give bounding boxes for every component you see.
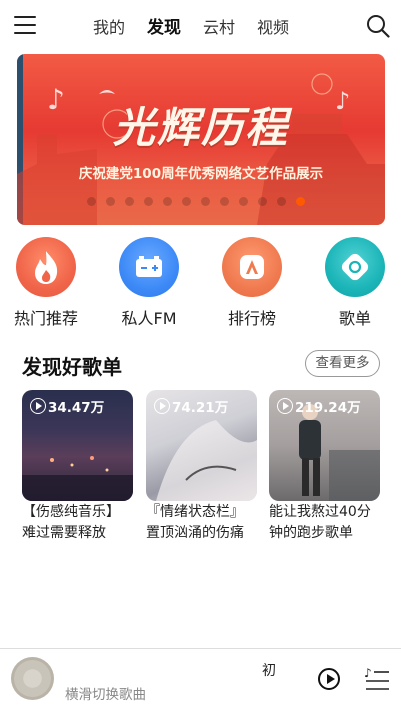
mini-player[interactable]: 初 横滑切换歌曲 ♪: [0, 648, 401, 711]
entry-hot-recommend-label: 热门推荐: [14, 309, 79, 328]
menu-icon[interactable]: [14, 15, 36, 35]
banner-dot[interactable]: [87, 197, 96, 206]
section-title: 发现好歌单: [22, 355, 122, 379]
banner-dot[interactable]: [220, 197, 229, 206]
entry-rankings[interactable]: 排行榜: [220, 237, 284, 329]
banner-dot[interactable]: [239, 197, 248, 206]
entry-rankings-label: 排行榜: [227, 309, 276, 328]
playlist-icon: [325, 237, 385, 297]
rank-icon: [222, 237, 282, 297]
search-icon[interactable]: [366, 14, 390, 38]
tab-mine[interactable]: 我的: [93, 17, 125, 39]
banner-dot[interactable]: [296, 197, 305, 206]
song-title: 初: [262, 663, 276, 679]
banner-dot[interactable]: [163, 197, 172, 206]
play-count-icon: [30, 398, 46, 414]
banner-pagination: [87, 197, 305, 206]
banner-title: 光辉历程: [112, 103, 289, 152]
playlist-card[interactable]: 74.21万 『情绪状态栏』置顶汹涌的伤痛: [146, 390, 257, 544]
entry-personal-fm-label: 私人FM: [121, 309, 177, 328]
play-icon[interactable]: [318, 668, 340, 690]
playlist-name: 能让我熬过40分钟的跑步歌单: [269, 504, 371, 541]
playlist-name: 【伤感纯音乐】难过需要释放: [22, 504, 120, 541]
entry-hot-recommend[interactable]: 热门推荐: [14, 237, 78, 329]
play-count: 34.47万: [30, 396, 104, 416]
swipe-hint: 横滑切换歌曲: [65, 687, 146, 703]
banner-dot[interactable]: [182, 197, 191, 206]
playlist-card[interactable]: 34.47万 【伤感纯音乐】难过需要释放: [22, 390, 133, 544]
playlist-queue-icon[interactable]: ♪: [364, 665, 390, 693]
fire-icon: [16, 237, 76, 297]
banner-subtitle: 庆祝建党100周年优秀网络文艺作品展示: [78, 166, 324, 182]
banner-carousel[interactable]: ♪ ♪ 光辉历程 庆祝建党100周年优秀网络文艺作品展示: [17, 54, 385, 225]
play-count-icon: [277, 398, 293, 414]
entry-playlists[interactable]: 歌单: [323, 237, 387, 329]
banner-dot[interactable]: [277, 197, 286, 206]
top-navigation-bar: 我的 发现 云村 视频: [0, 0, 401, 54]
top-tabs: 我的 发现 云村 视频: [93, 17, 311, 39]
entry-personal-fm[interactable]: 私人FM: [117, 237, 181, 329]
tab-video[interactable]: 视频: [257, 17, 289, 39]
playlist-cover: 34.47万: [22, 390, 133, 501]
album-art[interactable]: [11, 657, 54, 700]
play-count-icon: [154, 398, 170, 414]
banner-dot[interactable]: [125, 197, 134, 206]
radio-icon: [119, 237, 179, 297]
entry-playlists-label: 歌单: [338, 309, 371, 328]
play-count: 74.21万: [154, 396, 228, 416]
banner-dot[interactable]: [144, 197, 153, 206]
svg-text:♪: ♪: [364, 666, 372, 680]
tab-cloud-village[interactable]: 云村: [203, 17, 235, 39]
playlist-card[interactable]: 219.24万 能让我熬过40分钟的跑步歌单: [269, 390, 380, 544]
view-more-button[interactable]: 查看更多: [305, 350, 380, 377]
play-count: 219.24万: [277, 396, 361, 416]
banner-dot[interactable]: [201, 197, 210, 206]
tab-discover[interactable]: 发现: [147, 17, 181, 39]
playlist-cover: 74.21万: [146, 390, 257, 501]
banner-dot[interactable]: [106, 197, 115, 206]
banner-dot[interactable]: [258, 197, 267, 206]
playlist-name: 『情绪状态栏』置顶汹涌的伤痛: [146, 504, 244, 541]
playlist-cover: 219.24万: [269, 390, 380, 501]
